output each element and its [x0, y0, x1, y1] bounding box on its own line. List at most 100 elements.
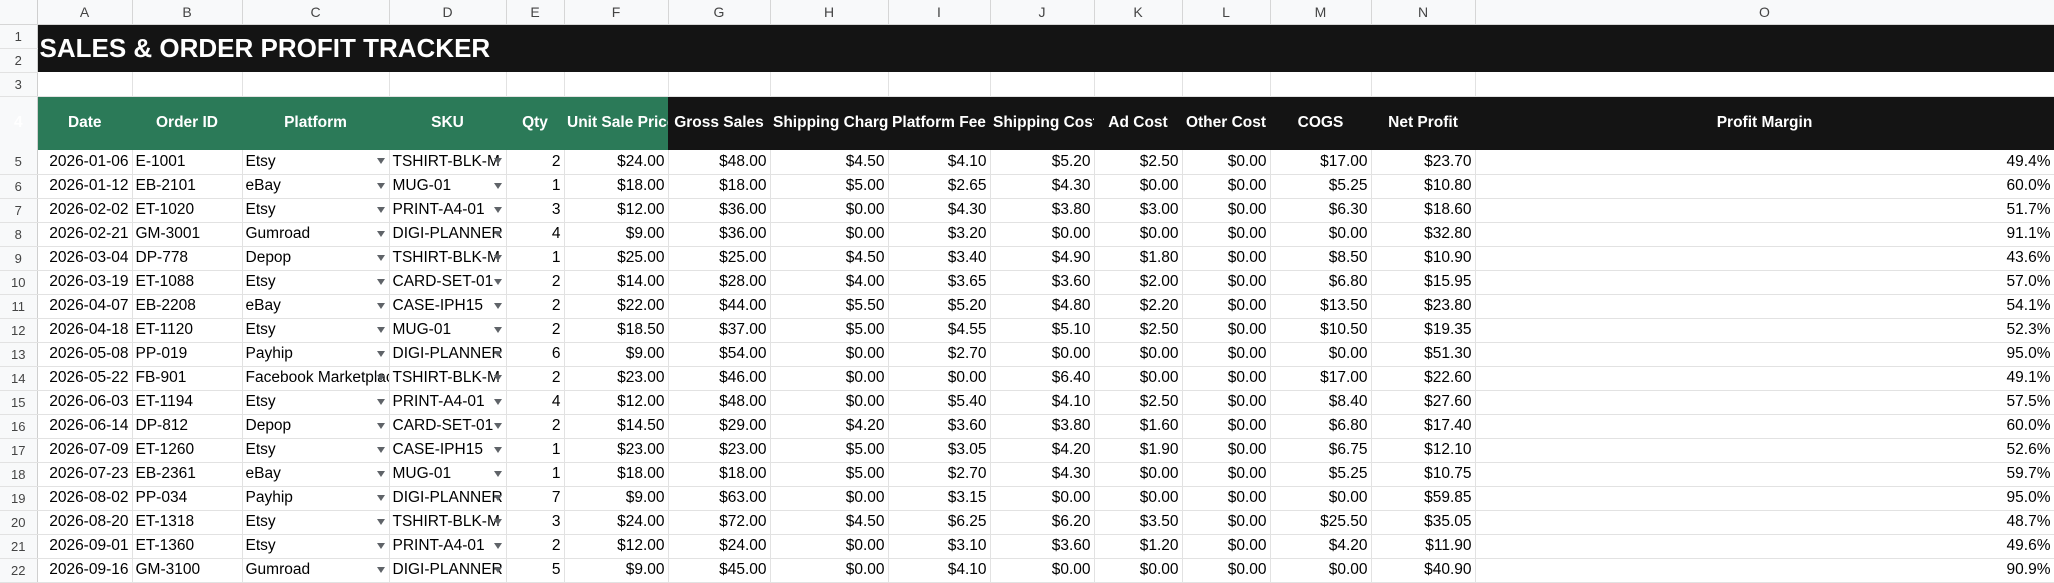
- cell-cogs[interactable]: $25.50: [1270, 510, 1372, 535]
- cell-other-cost[interactable]: $0.00: [1182, 246, 1271, 271]
- cell-platform[interactable]: Etsy: [242, 534, 390, 559]
- cell-other-cost[interactable]: $0.00: [1182, 462, 1271, 487]
- cell-order-id[interactable]: ET-1120: [132, 318, 243, 343]
- cell-date[interactable]: 2026-09-16: [37, 558, 133, 583]
- cell-sku[interactable]: DIGI-PLANNER: [389, 558, 507, 583]
- dropdown-arrow-icon[interactable]: [493, 566, 502, 573]
- cell-net-profit[interactable]: $10.75: [1371, 462, 1476, 487]
- cell-date[interactable]: 2026-06-03: [37, 390, 133, 415]
- cell-gross-sales[interactable]: $72.00: [668, 510, 771, 535]
- cell-shipping-charged[interactable]: $5.00: [770, 462, 889, 487]
- cell-profit-margin[interactable]: 54.1%: [1475, 294, 2054, 319]
- row-header[interactable]: 22: [0, 558, 38, 583]
- cell-profit-margin[interactable]: 90.9%: [1475, 558, 2054, 583]
- cell-platform-fee[interactable]: $6.25: [888, 510, 991, 535]
- cell-order-id[interactable]: E-1001: [132, 150, 243, 175]
- cell-order-id[interactable]: ET-1260: [132, 438, 243, 463]
- cell-date[interactable]: 2026-02-02: [37, 198, 133, 223]
- cell-cogs[interactable]: $10.50: [1270, 318, 1372, 343]
- cell-shipping-cost[interactable]: $4.80: [990, 294, 1095, 319]
- cell-cogs[interactable]: $6.75: [1270, 438, 1372, 463]
- cell-date[interactable]: 2026-07-09: [37, 438, 133, 463]
- cell-net-profit[interactable]: $27.60: [1371, 390, 1476, 415]
- cell-gross-sales[interactable]: $48.00: [668, 390, 771, 415]
- cell-platform[interactable]: Gumroad: [242, 222, 390, 247]
- cell-platform-fee[interactable]: $3.10: [888, 534, 991, 559]
- cell-other-cost[interactable]: $0.00: [1182, 198, 1271, 223]
- cell-other-cost[interactable]: $0.00: [1182, 414, 1271, 439]
- cell-gross-sales[interactable]: $24.00: [668, 534, 771, 559]
- dropdown-arrow-icon[interactable]: [376, 254, 385, 261]
- header-shipping-charged[interactable]: Shipping Charged: [770, 96, 888, 150]
- cell-platform[interactable]: Facebook Marketplace: [242, 366, 390, 391]
- cell-net-profit[interactable]: $19.35: [1371, 318, 1476, 343]
- cell-unit-sale-price[interactable]: $25.00: [564, 246, 669, 271]
- cell-sku[interactable]: PRINT-A4-01: [389, 390, 507, 415]
- dropdown-arrow-icon[interactable]: [376, 350, 385, 357]
- cell-profit-margin[interactable]: 51.7%: [1475, 198, 2054, 223]
- cell-unit-sale-price[interactable]: $24.00: [564, 150, 669, 175]
- cell-order-id[interactable]: ET-1088: [132, 270, 243, 295]
- cell-other-cost[interactable]: $0.00: [1182, 174, 1271, 199]
- dropdown-arrow-icon[interactable]: [376, 422, 385, 429]
- cell-shipping-cost[interactable]: $4.20: [990, 438, 1095, 463]
- cell-unit-sale-price[interactable]: $14.00: [564, 270, 669, 295]
- cell-shipping-charged[interactable]: $0.00: [770, 366, 889, 391]
- header-other-cost[interactable]: Other Cost: [1182, 96, 1270, 150]
- cell-profit-margin[interactable]: 59.7%: [1475, 462, 2054, 487]
- cell-order-id[interactable]: GM-3001: [132, 222, 243, 247]
- cell-shipping-cost[interactable]: $0.00: [990, 222, 1095, 247]
- cell-order-id[interactable]: PP-034: [132, 486, 243, 511]
- cell-net-profit[interactable]: $22.60: [1371, 366, 1476, 391]
- cell-gross-sales[interactable]: $28.00: [668, 270, 771, 295]
- cell-ad-cost[interactable]: $1.60: [1094, 414, 1183, 439]
- cell-platform[interactable]: Etsy: [242, 150, 390, 175]
- cell-shipping-cost[interactable]: $3.60: [990, 270, 1095, 295]
- column-header-o[interactable]: O: [1475, 0, 2054, 25]
- row-header[interactable]: 15: [0, 390, 38, 415]
- cell-net-profit[interactable]: $11.90: [1371, 534, 1476, 559]
- cell-platform-fee[interactable]: $4.10: [888, 558, 991, 583]
- cell-unit-sale-price[interactable]: $12.00: [564, 534, 669, 559]
- cell-cogs[interactable]: $13.50: [1270, 294, 1372, 319]
- cell-order-id[interactable]: FB-901: [132, 366, 243, 391]
- cell-order-id[interactable]: ET-1020: [132, 198, 243, 223]
- cell-date[interactable]: 2026-09-01: [37, 534, 133, 559]
- cell-qty[interactable]: 2: [506, 414, 565, 439]
- cell-order-id[interactable]: EB-2208: [132, 294, 243, 319]
- cell-cogs[interactable]: $6.80: [1270, 270, 1372, 295]
- cell-ad-cost[interactable]: $0.00: [1094, 366, 1183, 391]
- cell-date[interactable]: 2026-01-06: [37, 150, 133, 175]
- header-qty[interactable]: Qty: [506, 96, 564, 150]
- dropdown-arrow-icon[interactable]: [376, 278, 385, 285]
- cell-qty[interactable]: 1: [506, 462, 565, 487]
- cell-sku[interactable]: CASE-IPH15: [389, 438, 507, 463]
- cell-profit-margin[interactable]: 57.0%: [1475, 270, 2054, 295]
- cell[interactable]: [1371, 72, 1476, 97]
- header-platform[interactable]: Platform: [242, 96, 389, 150]
- cell-cogs[interactable]: $6.30: [1270, 198, 1372, 223]
- cell-other-cost[interactable]: $0.00: [1182, 270, 1271, 295]
- cell-unit-sale-price[interactable]: $12.00: [564, 390, 669, 415]
- cell-profit-margin[interactable]: 57.5%: [1475, 390, 2054, 415]
- cell-platform-fee[interactable]: $3.40: [888, 246, 991, 271]
- dropdown-arrow-icon[interactable]: [493, 422, 502, 429]
- column-header-m[interactable]: M: [1270, 0, 1372, 25]
- cell-ad-cost[interactable]: $2.50: [1094, 318, 1183, 343]
- dropdown-arrow-icon[interactable]: [493, 470, 502, 477]
- cell-gross-sales[interactable]: $36.00: [668, 198, 771, 223]
- dropdown-arrow-icon[interactable]: [493, 518, 502, 525]
- cell-net-profit[interactable]: $10.90: [1371, 246, 1476, 271]
- cell-profit-margin[interactable]: 49.4%: [1475, 150, 2054, 175]
- row-header[interactable]: 17: [0, 438, 38, 463]
- cell-cogs[interactable]: $8.40: [1270, 390, 1372, 415]
- dropdown-arrow-icon[interactable]: [376, 326, 385, 333]
- cell-profit-margin[interactable]: 95.0%: [1475, 342, 2054, 367]
- cell-sku[interactable]: CASE-IPH15: [389, 294, 507, 319]
- dropdown-arrow-icon[interactable]: [376, 374, 385, 381]
- cell-gross-sales[interactable]: $48.00: [668, 150, 771, 175]
- cell-shipping-cost[interactable]: $6.20: [990, 510, 1095, 535]
- column-header-h[interactable]: H: [770, 0, 889, 25]
- column-header-n[interactable]: N: [1371, 0, 1476, 25]
- cell-unit-sale-price[interactable]: $18.00: [564, 174, 669, 199]
